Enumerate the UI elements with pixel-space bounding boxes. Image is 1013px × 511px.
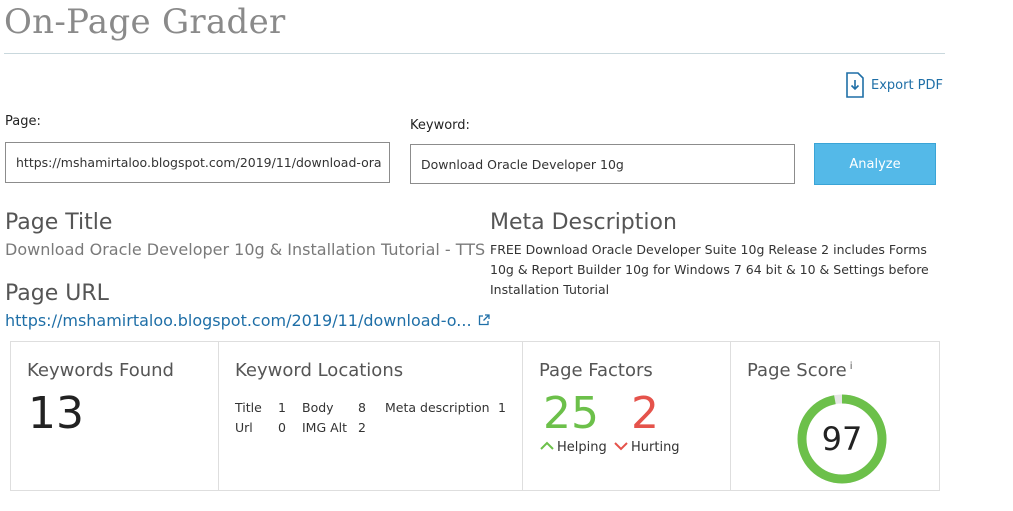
keywords-found-count: 13 (28, 388, 84, 439)
location-label: Meta description (385, 399, 490, 415)
meta-description-value: FREE Download Oracle Developer Suite 10g… (490, 242, 929, 297)
page-field-label: Page: (5, 114, 41, 129)
pdf-download-icon (845, 72, 865, 98)
keyword-input[interactable]: Download Oracle Developer 10g (410, 144, 795, 184)
page-factors-card: Page Factors 25 2 Helping Hurting (523, 342, 731, 490)
keyword-locations-grid: Title 1 Body 8 Meta description 1 Url 0 … (235, 397, 506, 437)
hurting-indicator: Hurting (614, 440, 680, 455)
hurting-count: 2 (631, 388, 659, 439)
page-title-value: Download Oracle Developer 10g & Installa… (5, 240, 486, 259)
export-pdf-button[interactable]: Export PDF (845, 72, 943, 98)
page-score-value: 97 (821, 420, 863, 458)
location-count: 1 (498, 399, 506, 415)
location-label: Title (235, 399, 262, 415)
keyword-locations-row: Title 1 Body 8 Meta description 1 (235, 397, 506, 417)
page-url-heading: Page URL (5, 281, 109, 306)
analyze-button[interactable]: Analyze (814, 143, 936, 185)
title-divider (4, 53, 945, 54)
helping-count: 25 (543, 388, 599, 439)
location-count: 1 (278, 399, 286, 415)
meta-description-heading: Meta Description (490, 210, 677, 235)
helping-label: Helping (557, 440, 607, 455)
page-title-heading: Page Title (5, 210, 113, 235)
page-score-card: Page Score i 97 (731, 342, 939, 490)
page-score-label: Page Score (747, 360, 847, 381)
page-title: On-Page Grader (4, 2, 286, 42)
page-url-value: https://mshamirtaloo.blogspot.com/2019/1… (5, 311, 472, 330)
helping-indicator: Helping (540, 440, 607, 455)
hurting-label: Hurting (631, 440, 680, 455)
location-label: Url (235, 419, 253, 435)
page-score-heading: Page Score i (747, 360, 853, 381)
keywords-found-heading: Keywords Found (27, 360, 174, 381)
location-label: IMG Alt (302, 419, 348, 435)
keyword-locations-card: Keyword Locations Title 1 Body 8 Meta de… (219, 342, 523, 490)
stats-panel: Keywords Found 13 Keyword Locations Titl… (10, 341, 940, 491)
location-count: 8 (358, 399, 366, 415)
keyword-field-label: Keyword: (410, 118, 470, 133)
page-url-input[interactable]: https://mshamirtaloo.blogspot.com/2019/1… (5, 142, 390, 183)
external-link-icon (478, 311, 490, 330)
chevron-up-icon (540, 440, 554, 455)
location-count: 2 (358, 419, 366, 435)
page-score-gauge: 97 (797, 394, 887, 484)
keyword-locations-row: Url 0 IMG Alt 2 (235, 417, 506, 437)
keywords-found-card: Keywords Found 13 (11, 342, 219, 490)
page-url-link[interactable]: https://mshamirtaloo.blogspot.com/2019/1… (5, 311, 490, 330)
chevron-down-icon (614, 440, 628, 455)
info-icon[interactable]: i (850, 361, 853, 372)
location-label: Body (302, 399, 334, 415)
page-factors-heading: Page Factors (539, 360, 653, 381)
export-pdf-label: Export PDF (871, 77, 944, 93)
location-count: 0 (278, 419, 286, 435)
keyword-locations-heading: Keyword Locations (235, 360, 404, 381)
